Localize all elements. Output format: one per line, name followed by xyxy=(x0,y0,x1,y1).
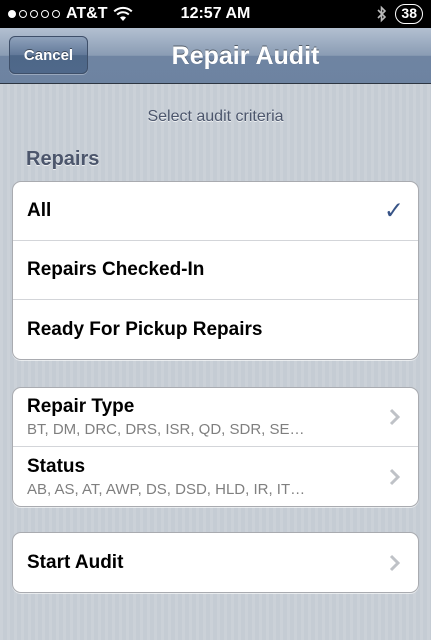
status-right: 38 xyxy=(377,4,423,24)
filters-group: Repair Type BT, DM, DRC, DRS, ISR, QD, S… xyxy=(12,387,419,507)
status-label: Status xyxy=(27,455,86,477)
repair-type-row[interactable]: Repair Type BT, DM, DRC, DRS, ISR, QD, S… xyxy=(13,388,418,447)
option-repairs-checked-in[interactable]: Repairs Checked-In xyxy=(13,241,418,300)
repairs-options-group: All ✓ Repairs Checked-In Ready For Picku… xyxy=(12,181,419,360)
start-audit-label: Start Audit xyxy=(27,551,124,573)
cancel-button[interactable]: Cancel xyxy=(9,36,88,74)
carrier-name: AT&T xyxy=(66,5,108,22)
audit-criteria-caption: Select audit criteria xyxy=(147,108,284,125)
status-row[interactable]: Status AB, AS, AT, AWP, DS, DSD, HLD, IR… xyxy=(13,447,418,506)
battery-level: 38 xyxy=(395,4,423,24)
navigation-bar: Repair Audit Cancel xyxy=(0,28,431,84)
chevron-right-icon xyxy=(389,408,401,426)
status-bar: AT&T 12:57 AM 38 xyxy=(0,0,431,28)
option-label: All xyxy=(27,200,52,221)
start-audit-group: Start Audit xyxy=(12,532,419,593)
checkmark-icon: ✓ xyxy=(383,197,404,225)
repair-type-value: BT, DM, DRC, DRS, ISR, QD, SDR, SE… xyxy=(27,421,305,438)
repairs-section-header: Repairs xyxy=(26,148,100,170)
option-label: Repairs Checked-In xyxy=(27,259,205,280)
wifi-icon xyxy=(113,6,133,21)
option-label: Ready For Pickup Repairs xyxy=(27,318,263,340)
start-audit-button[interactable]: Start Audit xyxy=(13,533,418,592)
repair-type-label: Repair Type xyxy=(27,396,135,417)
option-ready-for-pickup[interactable]: Ready For Pickup Repairs xyxy=(13,300,418,359)
chevron-right-icon xyxy=(389,468,401,485)
chevron-right-icon xyxy=(389,554,401,571)
signal-strength-icon xyxy=(8,10,60,18)
status-left: AT&T xyxy=(8,5,133,23)
option-all[interactable]: All ✓ xyxy=(13,182,418,241)
status-value: AB, AS, AT, AWP, DS, DSD, HLD, IR, IT… xyxy=(27,480,306,498)
bluetooth-icon xyxy=(377,5,387,23)
